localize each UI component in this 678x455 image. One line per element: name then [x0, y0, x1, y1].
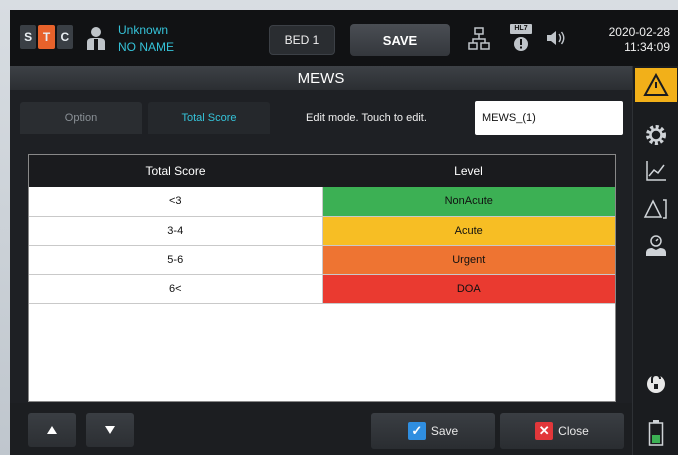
- score-cell[interactable]: 6<: [29, 274, 323, 304]
- close-button[interactable]: ✕ Close: [500, 413, 624, 449]
- bed-button[interactable]: BED 1: [269, 25, 335, 55]
- network-icon[interactable]: [468, 27, 490, 51]
- mews-name-field[interactable]: MEWS_(1): [475, 101, 623, 135]
- alarm-triangle-icon: [643, 73, 669, 96]
- lock-button[interactable]: [635, 366, 677, 400]
- trend-button[interactable]: [635, 154, 677, 188]
- lock-icon: [647, 373, 665, 393]
- logo-letter-t: T: [38, 25, 55, 49]
- arrow-up-icon: [47, 426, 57, 434]
- table-row[interactable]: <3 NonAcute: [29, 187, 615, 217]
- logo-letter-s: S: [20, 25, 37, 49]
- bottom-bar: ✓ Save ✕ Close: [10, 403, 632, 455]
- alarm-limits-button[interactable]: [635, 192, 677, 226]
- battery-icon: [648, 420, 664, 446]
- alarm-button[interactable]: [635, 68, 677, 102]
- score-cell[interactable]: 5-6: [29, 245, 323, 275]
- table-header-row: Total Score Level: [29, 155, 615, 187]
- patient-setup-button[interactable]: [635, 230, 677, 264]
- arrow-down-icon: [105, 426, 115, 434]
- level-cell[interactable]: DOA: [322, 274, 615, 304]
- save-button[interactable]: ✓ Save: [371, 413, 495, 449]
- level-cell[interactable]: Urgent: [322, 245, 615, 275]
- save-button-label: Save: [430, 424, 459, 438]
- checkmark-icon: ✓: [407, 422, 426, 440]
- tab-option[interactable]: Option: [20, 102, 142, 134]
- save-top-button[interactable]: SAVE: [350, 24, 450, 56]
- time-display: 11:34:09: [624, 40, 670, 54]
- table-row[interactable]: 5-6 Urgent: [29, 245, 615, 275]
- close-icon: ✕: [535, 422, 554, 440]
- header-total-score: Total Score: [29, 155, 322, 187]
- monitor-screen: S T C Unknown NO NAME BED 1 SAVE HL7 202…: [10, 10, 678, 455]
- header-level: Level: [322, 155, 615, 187]
- score-table: Total Score Level <3 NonAcute 3-4 Acute …: [28, 154, 616, 402]
- tab-total-score[interactable]: Total Score: [148, 102, 270, 134]
- scroll-down-button[interactable]: [86, 413, 134, 447]
- level-cell[interactable]: NonAcute: [322, 187, 615, 217]
- patient-icon[interactable]: [85, 26, 107, 50]
- patient-name[interactable]: NO NAME: [118, 40, 174, 54]
- patient-id[interactable]: Unknown: [118, 23, 168, 37]
- table-row[interactable]: 3-4 Acute: [29, 216, 615, 246]
- scroll-up-button[interactable]: [28, 413, 76, 447]
- page-title: MEWS: [10, 66, 632, 90]
- score-cell[interactable]: <3: [29, 187, 323, 217]
- gear-icon: [646, 125, 666, 145]
- mews-panel: Option Total Score Edit mode. Touch to e…: [10, 90, 632, 455]
- right-sidebar: [632, 66, 678, 455]
- hl7-icon[interactable]: HL7: [510, 24, 532, 54]
- hl7-label: HL7: [510, 24, 532, 34]
- logo-letter-c: C: [56, 25, 73, 49]
- trend-chart-icon: [646, 161, 666, 181]
- volume-icon[interactable]: [545, 30, 567, 46]
- table-row[interactable]: 6< DOA: [29, 274, 615, 304]
- patient-setup-icon: [646, 235, 666, 256]
- level-cell[interactable]: Acute: [322, 216, 615, 246]
- edit-mode-hint: Edit mode. Touch to edit.: [306, 112, 427, 124]
- alarm-limits-icon: [643, 199, 667, 219]
- battery-indicator: [635, 416, 677, 450]
- settings-button[interactable]: [635, 118, 677, 152]
- close-button-label: Close: [558, 424, 589, 438]
- brand-logo: S T C: [20, 25, 73, 49]
- score-cell[interactable]: 3-4: [29, 216, 323, 246]
- warning-circle-icon: [514, 37, 528, 51]
- date-display: 2020-02-28: [608, 25, 670, 39]
- top-bar: S T C Unknown NO NAME BED 1 SAVE HL7 202…: [10, 10, 678, 66]
